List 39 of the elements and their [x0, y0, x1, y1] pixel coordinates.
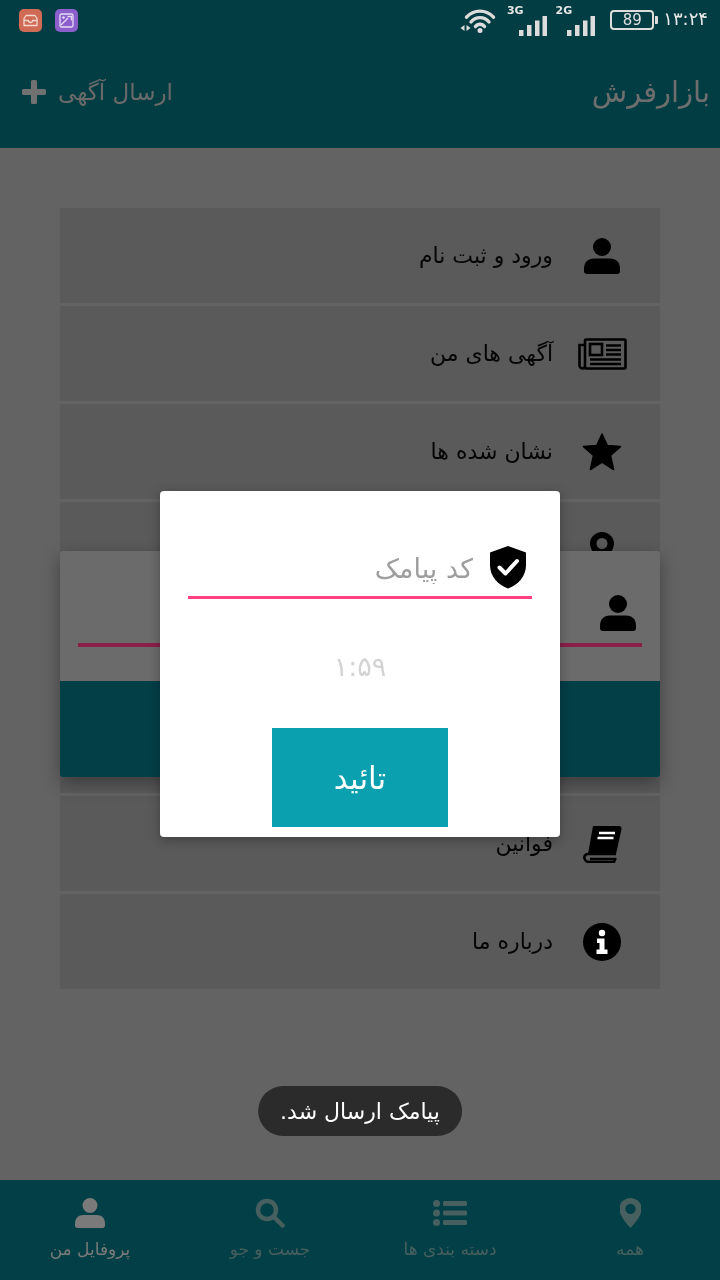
newspaper-icon [577, 337, 627, 370]
list-icon [433, 1200, 467, 1226]
star-icon [582, 432, 622, 471]
user-icon [584, 237, 620, 274]
menu-item-label: نشان شده ها [430, 439, 553, 464]
signal-icon [567, 15, 596, 36]
user-icon [600, 595, 636, 631]
pin-icon [590, 532, 614, 551]
confirm-button[interactable]: تائید [272, 728, 448, 827]
menu-item[interactable]: آگهی های من [60, 306, 660, 401]
plus-icon [22, 80, 46, 104]
nav-tab[interactable]: جست و جو [180, 1180, 360, 1280]
menu-item[interactable]: نشان شده ها [60, 404, 660, 499]
search-icon [255, 1198, 285, 1228]
network-type-label: 2G [555, 4, 573, 16]
shield-check-icon [489, 545, 527, 589]
inbox-notification-icon [19, 8, 42, 32]
image-notification-icon [55, 8, 78, 32]
wifi-icon [459, 7, 498, 33]
nav-tab[interactable]: همه [540, 1180, 720, 1280]
book-icon [582, 824, 622, 863]
menu-item-label: فوانین [495, 831, 553, 856]
user-icon [75, 1198, 105, 1228]
pin-icon [619, 1198, 641, 1228]
menu-item[interactable]: ورود و ثبت نام [60, 208, 660, 303]
menu-item[interactable]: درباره ما [60, 894, 660, 989]
menu-item-label: آگهی های من [429, 341, 553, 366]
clock: ۱۳:۲۴ [663, 7, 708, 29]
nav-tab[interactable]: دسته بندی ها [360, 1180, 540, 1280]
post-ad-button[interactable]: ارسال آگهی [22, 79, 173, 105]
battery-indicator: 89 [610, 10, 655, 30]
toast-message: پیامک ارسال شد. [258, 1086, 462, 1136]
app-title: بازارفرش [591, 75, 710, 109]
signal-icon [518, 15, 547, 36]
nav-tab[interactable]: پروفایل من [0, 1180, 180, 1280]
network-type-label: 3G [506, 4, 524, 16]
menu-item-label: درباره ما [472, 929, 553, 954]
menu-item-label: ورود و ثبت نام [418, 243, 553, 268]
info-icon [583, 922, 621, 961]
